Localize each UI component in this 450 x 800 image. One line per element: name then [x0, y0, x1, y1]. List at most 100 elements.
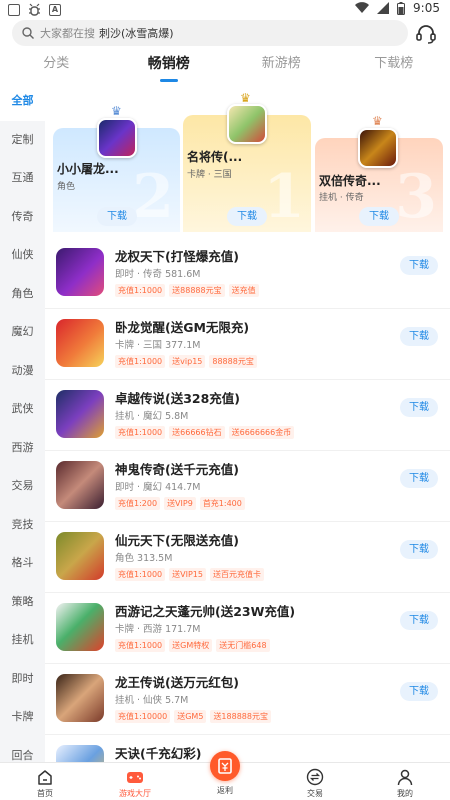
sidebar-item-card[interactable]: 卡牌	[0, 698, 45, 737]
sidebar-item-anime[interactable]: 动漫	[0, 352, 45, 391]
game-tag: 送VIP15	[169, 568, 206, 581]
signal-icon	[377, 2, 390, 14]
list-item[interactable]: 龙权天下(打怪爆充值) 即时 · 传奇 581.6M 充值1:1000 送888…	[45, 238, 450, 309]
ranking-tabs: 分类 畅销榜 新游榜 下载榜	[0, 52, 450, 82]
nav-rebate[interactable]: 返利	[180, 751, 270, 800]
game-tag: 充值1:1000	[115, 284, 166, 297]
download-button[interactable]: 下载	[400, 682, 438, 701]
download-button[interactable]: 下载	[400, 256, 438, 275]
crown-icon: ♛	[372, 114, 383, 128]
crown-icon: ♛	[111, 104, 122, 118]
game-tag: 送66666钻石	[169, 426, 225, 439]
list-item[interactable]: 天诀(千充幻彩)	[45, 735, 450, 762]
game-meta: 卡牌 · 西游 171.7M	[115, 624, 201, 635]
list-item[interactable]: 神鬼传奇(送千元充值) 即时 · 魔幻 414.7M 充值1:200 送VIP9…	[45, 451, 450, 522]
rebate-badge	[210, 751, 240, 781]
game-tag: 送无门槛648	[216, 639, 270, 652]
status-right: 9:05	[355, 1, 440, 15]
game-icon[interactable]	[358, 128, 398, 168]
game-tags: 充值1:1000 送VIP15 送百元充值卡	[115, 568, 264, 581]
nav-game-hall[interactable]: 游戏大厅	[90, 763, 180, 800]
sidebar-item-legend[interactable]: 传奇	[0, 198, 45, 237]
tab-downloads[interactable]: 下载榜	[338, 52, 450, 82]
game-tag: 充值1:1000	[115, 639, 166, 652]
sidebar-item-competitive[interactable]: 竞技	[0, 506, 45, 545]
game-tag: 88888元宝	[209, 355, 257, 368]
download-button[interactable]: 下载	[400, 398, 438, 417]
sidebar-item-strategy[interactable]: 策略	[0, 583, 45, 622]
game-icon[interactable]	[227, 104, 267, 144]
game-meta: 即时 · 魔幻 414.7M	[115, 482, 201, 493]
search-bar[interactable]: 大家都在搜 刺沙(冰雪高爆)	[12, 20, 408, 46]
top-three-podium: 2 ♛ 小小屠龙... 角色 下载 1 ♛ 名将传(... 卡牌 · 三国 下载…	[45, 82, 450, 232]
category-sidebar: 全部 定制 互通 传奇 仙侠 角色 魔幻 动漫 武侠 西游 交易 竞技 格斗 策…	[0, 82, 45, 762]
sidebar-item-fighting[interactable]: 格斗	[0, 544, 45, 583]
list-item[interactable]: 卓越传说(送328充值) 挂机 · 魔幻 5.8M 充值1:1000 送6666…	[45, 380, 450, 451]
game-title: 龙王传说(送万元红包)	[115, 675, 239, 690]
game-title: 神鬼传奇(送千元充值)	[115, 462, 239, 477]
tab-bestseller[interactable]: 畅销榜	[113, 52, 226, 82]
battery-icon	[397, 1, 406, 15]
game-tags: 充值1:10000 送GM5 送188888元宝	[115, 710, 271, 723]
nav-home[interactable]: 首页	[0, 763, 90, 800]
tab-new-games[interactable]: 新游榜	[225, 52, 338, 82]
nav-label: 交易	[307, 789, 323, 798]
game-title: 仙元天下(无限送充值)	[115, 533, 239, 548]
sidebar-item-idle[interactable]: 挂机	[0, 621, 45, 660]
game-tags: 充值1:1000 送66666钻石 送6666666金币	[115, 426, 295, 439]
download-button[interactable]: 下载	[400, 540, 438, 559]
bug-icon	[29, 3, 40, 16]
sidebar-item-crossplay[interactable]: 互通	[0, 159, 45, 198]
download-button[interactable]: 下载	[359, 207, 399, 226]
sidebar-item-xianxia[interactable]: 仙侠	[0, 236, 45, 275]
nav-mine[interactable]: 我的	[360, 763, 450, 800]
game-icon[interactable]	[56, 319, 104, 367]
tab-category[interactable]: 分类	[0, 52, 113, 82]
game-tag: 送188888元宝	[210, 710, 271, 723]
game-tag: 送6666666金币	[228, 426, 295, 439]
game-tags: 充值1:1000 送GM特权 送无门槛648	[115, 639, 270, 652]
game-tags: 充值1:1000 送vip15 88888元宝	[115, 355, 257, 368]
game-icon[interactable]	[56, 603, 104, 651]
sidebar-item-fantasy[interactable]: 魔幻	[0, 313, 45, 352]
download-button[interactable]: 下载	[227, 207, 267, 226]
sidebar-item-journey-west[interactable]: 西游	[0, 429, 45, 468]
sidebar-item-realtime[interactable]: 即时	[0, 660, 45, 699]
game-icon[interactable]	[56, 674, 104, 722]
sidebar-item-trade[interactable]: 交易	[0, 467, 45, 506]
game-icon[interactable]	[56, 248, 104, 296]
game-icon[interactable]	[56, 745, 104, 762]
game-meta: 挂机 · 魔幻 5.8M	[115, 411, 189, 422]
download-button[interactable]: 下载	[400, 469, 438, 488]
game-meta: 即时 · 传奇 581.6M	[115, 269, 201, 280]
wifi-icon	[355, 2, 370, 14]
list-item[interactable]: 仙元天下(无限送充值) 角色 313.5M 充值1:1000 送VIP15 送百…	[45, 522, 450, 593]
search-keyword: 刺沙(冰雪高爆)	[99, 27, 174, 40]
nav-label: 首页	[37, 789, 53, 798]
game-icon[interactable]	[97, 118, 137, 158]
bottom-nav: 首页 游戏大厅 返利 交易 我的	[0, 751, 450, 800]
sidebar-item-wuxia[interactable]: 武侠	[0, 390, 45, 429]
search-icon	[22, 27, 34, 39]
game-icon[interactable]	[56, 390, 104, 438]
sidebar-item-all[interactable]: 全部	[0, 82, 45, 121]
download-button[interactable]: 下载	[400, 327, 438, 346]
headset-icon[interactable]	[414, 22, 438, 46]
list-item[interactable]: 龙王传说(送万元红包) 挂机 · 仙侠 5.7M 充值1:10000 送GM5 …	[45, 664, 450, 735]
podium-game-tags: 卡牌 · 三国	[187, 170, 232, 180]
nav-trade[interactable]: 交易	[270, 763, 360, 800]
download-button[interactable]: 下载	[97, 207, 137, 226]
game-icon[interactable]	[56, 461, 104, 509]
sidebar-item-rpg[interactable]: 角色	[0, 275, 45, 314]
download-button[interactable]: 下载	[400, 611, 438, 630]
list-item[interactable]: 卧龙觉醒(送GM无限充) 卡牌 · 三国 377.1M 充值1:1000 送vi…	[45, 309, 450, 380]
list-item[interactable]: 西游记之天蓬元帅(送23W充值) 卡牌 · 西游 171.7M 充值1:1000…	[45, 593, 450, 664]
podium-game-tags: 角色	[57, 182, 76, 192]
status-bar: A 9:05	[0, 0, 450, 18]
game-tag: 充值1:1000	[115, 568, 166, 581]
nav-label: 我的	[397, 789, 413, 798]
game-tags: 充值1:200 送VIP9 首充1:400	[115, 497, 245, 510]
game-tag: 送充值	[228, 284, 259, 297]
game-icon[interactable]	[56, 532, 104, 580]
sidebar-item-custom[interactable]: 定制	[0, 121, 45, 160]
